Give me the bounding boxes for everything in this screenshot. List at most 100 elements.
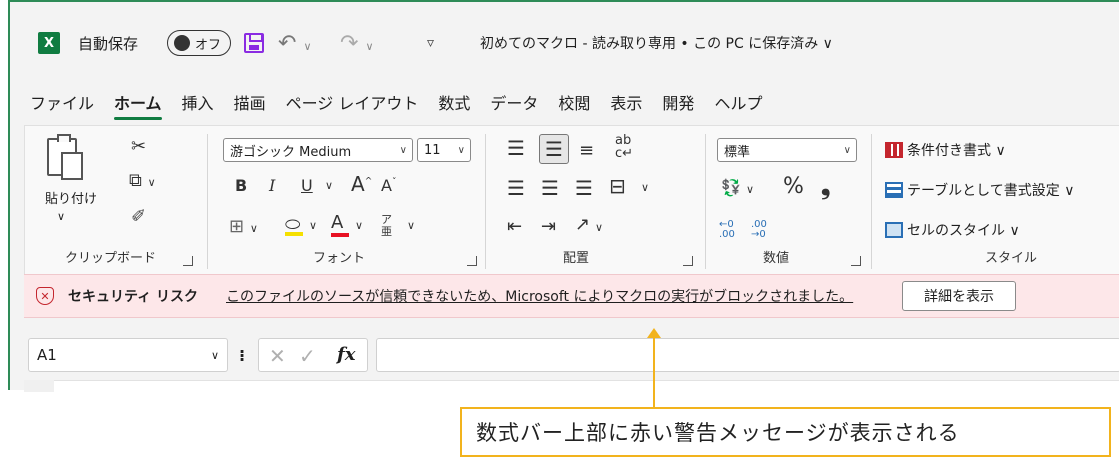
percent-button[interactable]: % — [783, 176, 804, 198]
ribbon: 貼り付け ∨ ✂ ⧉ ∨ ✐ クリップボード 游ゴシック Medium ∨ 11… — [24, 125, 1119, 275]
formula-input[interactable] — [376, 338, 1119, 372]
tab-insert[interactable]: 挿入 — [182, 90, 214, 120]
clipboard-group: 貼り付け ∨ ✂ ⧉ ∨ ✐ クリップボード — [25, 126, 205, 276]
security-risk-message[interactable]: このファイルのソースが信頼できないため、Microsoft によりマクロの実行が… — [226, 286, 853, 306]
font-color-dropdown-icon[interactable]: ∨ — [355, 220, 363, 231]
redo-icon[interactable]: ↷ ∨ — [340, 31, 374, 56]
annotation-arrow-line — [653, 336, 655, 408]
group-divider — [871, 134, 872, 269]
group-divider — [705, 134, 706, 269]
font-name-dropdown[interactable]: 游ゴシック Medium ∨ — [223, 138, 413, 162]
grow-font-button[interactable]: A^ — [351, 174, 372, 194]
currency-icon[interactable]: 💱 ∨ — [721, 180, 754, 196]
cell-styles-label: セルのスタイル ∨ — [907, 223, 1020, 239]
underline-button[interactable]: U — [301, 178, 313, 194]
tab-view[interactable]: 表示 — [610, 90, 642, 120]
show-details-button[interactable]: 詳細を表示 — [902, 281, 1016, 311]
autosave-label: 自動保存 — [78, 34, 139, 53]
decrease-indent-icon[interactable]: ⇤ — [507, 218, 522, 236]
wrap-text-button[interactable]: ab c↵ — [615, 134, 633, 160]
conditional-format-button[interactable]: 条件付き書式 ∨ — [885, 140, 1006, 160]
format-as-table-label: テーブルとして書式設定 ∨ — [907, 183, 1075, 199]
align-bottom-icon[interactable]: ≡ — [579, 142, 594, 160]
customize-qat-icon[interactable]: ▿ — [427, 35, 434, 51]
number-format-value: 標準 — [724, 144, 751, 160]
tab-data[interactable]: データ — [490, 90, 538, 120]
fill-dropdown-icon[interactable]: ∨ — [309, 220, 317, 231]
phonetic-dropdown-icon[interactable]: ∨ — [407, 220, 415, 231]
enter-icon[interactable]: ✓ — [299, 344, 316, 368]
fill-color-icon[interactable]: ⬭ — [285, 216, 303, 236]
borders-icon[interactable]: ⊞ ∨ — [229, 218, 258, 236]
font-name-value: 游ゴシック Medium — [230, 144, 352, 160]
alignment-group: ☰ ☰ ≡ ab c↵ ☰ ☰ ☰ ⊟ ∨ ⇤ ⇥ ↗ ∨ 配置 — [491, 126, 701, 276]
font-launcher-icon[interactable] — [467, 256, 477, 266]
underline-dropdown-icon[interactable]: ∨ — [325, 180, 333, 191]
tab-help[interactable]: ヘルプ — [714, 90, 762, 120]
chevron-down-icon: ∨ — [457, 144, 465, 156]
format-as-table-icon — [885, 182, 903, 198]
orientation-icon[interactable]: ↗ — [575, 216, 590, 234]
select-all-corner[interactable] — [24, 380, 54, 392]
worksheet-grid[interactable] — [24, 380, 1119, 392]
italic-button[interactable]: I — [269, 178, 275, 194]
tab-developer[interactable]: 開発 — [662, 90, 694, 120]
tab-review[interactable]: 校閲 — [558, 90, 590, 120]
tab-formulas[interactable]: 数式 — [438, 90, 470, 120]
annotation-text: 数式バー上部に赤い警告メッセージが表示される — [476, 421, 960, 445]
autosave-toggle[interactable]: オフ — [167, 30, 231, 56]
cut-icon[interactable]: ✂ — [131, 138, 146, 156]
name-box[interactable]: A1 ∨ — [28, 338, 228, 372]
increase-indent-icon[interactable]: ⇥ — [541, 218, 556, 236]
tab-page-layout[interactable]: ページ レイアウト — [286, 90, 419, 120]
paste-dropdown-icon[interactable]: ∨ — [57, 210, 65, 223]
formula-buttons: ✕ ✓ fx — [258, 338, 368, 372]
align-center-icon[interactable]: ☰ — [541, 178, 559, 198]
comma-button[interactable]: ❟ — [821, 174, 830, 198]
chevron-down-icon: ∨ — [399, 144, 407, 156]
copy-icon[interactable]: ⧉ ∨ — [129, 172, 156, 190]
format-painter-icon[interactable]: ✐ — [131, 208, 146, 226]
clipboard-group-label: クリップボード — [65, 251, 157, 266]
cancel-icon[interactable]: ✕ — [269, 344, 286, 368]
cell-styles-button[interactable]: セルのスタイル ∨ — [885, 220, 1020, 240]
styles-group: 条件付き書式 ∨ テーブルとして書式設定 ∨ セルのスタイル ∨ スタイル — [877, 126, 1119, 276]
save-icon[interactable] — [244, 33, 264, 53]
align-right-icon[interactable]: ☰ — [575, 178, 593, 198]
name-box-value: A1 — [37, 346, 57, 364]
align-middle-icon: ☰ — [545, 137, 563, 161]
bold-button[interactable]: B — [235, 178, 247, 194]
number-launcher-icon[interactable] — [851, 256, 861, 266]
ribbon-tabs: ファイル ホーム 挿入 描画 ページ レイアウト 数式 データ 校閲 表示 開発… — [30, 90, 782, 120]
format-as-table-button[interactable]: テーブルとして書式設定 ∨ — [885, 180, 1074, 200]
orientation-dropdown-icon[interactable]: ∨ — [595, 222, 603, 233]
chevron-down-icon: ∨ — [210, 348, 219, 362]
clipboard-launcher-icon[interactable] — [183, 256, 193, 266]
group-divider — [207, 134, 208, 269]
number-format-dropdown[interactable]: 標準 ∨ — [717, 138, 857, 162]
conditional-format-icon — [885, 142, 903, 158]
paste-doc-icon — [61, 152, 83, 180]
align-top-icon[interactable]: ☰ — [507, 138, 525, 158]
merge-center-icon[interactable]: ⊟ — [609, 176, 626, 196]
font-size-dropdown[interactable]: 11 ∨ — [417, 138, 471, 162]
increase-decimal-button[interactable]: ←0 .00 — [719, 220, 743, 240]
formula-bar-grip-icon[interactable]: ⁝ — [239, 346, 245, 365]
tab-draw[interactable]: 描画 — [234, 90, 266, 120]
undo-icon[interactable]: ↶ ∨ — [278, 31, 312, 56]
document-title[interactable]: 初めてのマクロ - 読み取り専用 • この PC に保存済み ∨ — [480, 33, 833, 53]
font-color-button[interactable]: A — [331, 214, 349, 237]
tab-file[interactable]: ファイル — [30, 90, 94, 120]
decrease-decimal-button[interactable]: .00 →0 — [751, 220, 775, 240]
shrink-font-button[interactable]: Aˇ — [381, 178, 396, 194]
font-group: 游ゴシック Medium ∨ 11 ∨ B I U ∨ A^ Aˇ ⊞ ∨ ⬭ … — [213, 126, 483, 276]
alignment-launcher-icon[interactable] — [683, 256, 693, 266]
align-left-icon[interactable]: ☰ — [507, 178, 525, 198]
tab-home[interactable]: ホーム — [114, 90, 162, 120]
phonetic-button[interactable]: ア亜 — [381, 213, 392, 238]
merge-dropdown-icon[interactable]: ∨ — [641, 182, 649, 193]
font-size-value: 11 — [424, 142, 441, 158]
alignment-group-label: 配置 — [563, 251, 590, 266]
insert-function-button[interactable]: fx — [337, 344, 355, 365]
align-middle-button[interactable]: ☰ — [539, 134, 569, 164]
